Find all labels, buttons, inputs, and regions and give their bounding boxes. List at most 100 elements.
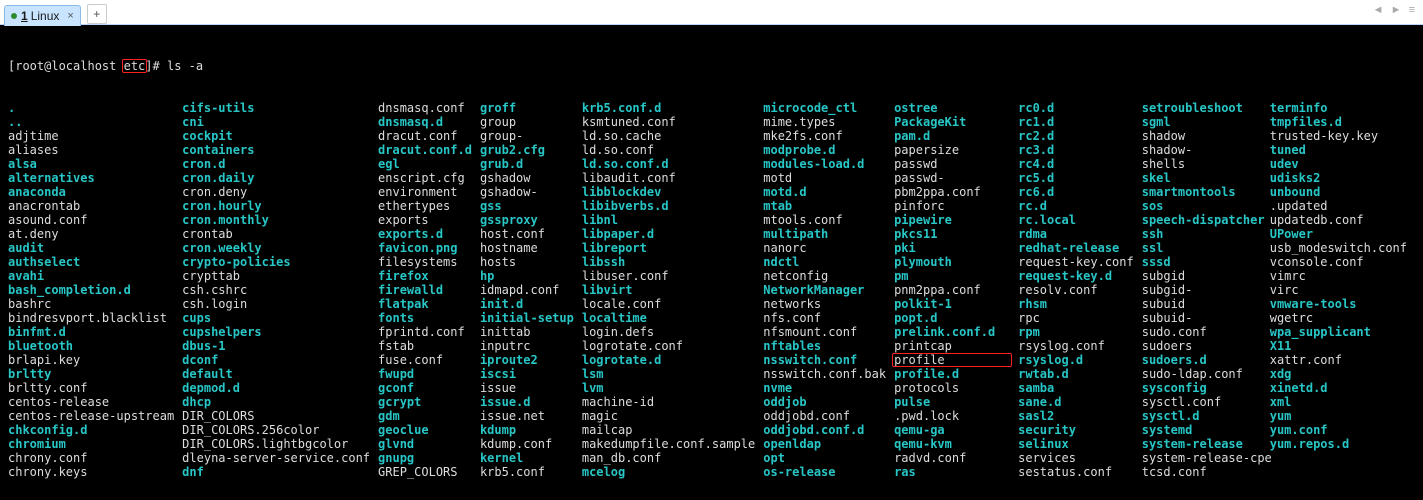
ls-entry: rsyslog.conf	[1018, 339, 1134, 353]
ls-entry: group-	[480, 129, 574, 143]
ls-entry: ld.so.cache	[582, 129, 755, 143]
ls-entry: aliases	[8, 143, 174, 157]
ls-entry: kdump	[480, 423, 574, 437]
ls-column: dnsmasq.confdnsmasq.ddracut.confdracut.c…	[378, 101, 472, 479]
ls-entry: skel	[1142, 171, 1262, 185]
ls-entry: nfs.conf	[763, 311, 886, 325]
ls-entry: ndctl	[763, 255, 886, 269]
ls-entry: popt.d	[894, 311, 1010, 325]
ls-entry: chromium	[8, 437, 174, 451]
ls-entry: fwupd	[378, 367, 472, 381]
ls-entry: shells	[1142, 157, 1262, 171]
ls-entry: libaudit.conf	[582, 171, 755, 185]
ls-entry: ssh	[1142, 227, 1262, 241]
ls-entry: polkit-1	[894, 297, 1010, 311]
ls-entry: subgid	[1142, 269, 1262, 283]
ls-entry: depmod.d	[182, 381, 370, 395]
ls-entry: resolv.conf	[1018, 283, 1134, 297]
nav-next-icon[interactable]: ►	[1391, 4, 1404, 16]
ls-entry: tcsd.conf	[1142, 465, 1262, 479]
ls-entry: rdma	[1018, 227, 1134, 241]
ls-entry: yum.repos.d	[1270, 437, 1407, 451]
ls-entry: gcrypt	[378, 395, 472, 409]
ls-entry: cni	[182, 115, 370, 129]
ls-entry: vmware-tools	[1270, 297, 1407, 311]
ls-column: terminfotmpfiles.dtrusted-key.keytunedud…	[1270, 101, 1407, 479]
nav-prev-icon[interactable]: ◄	[1373, 4, 1386, 16]
ls-entry: oddjobd.conf	[763, 409, 886, 423]
nav-menu-icon[interactable]: ≡	[1409, 4, 1417, 16]
ls-entry: nfsmount.conf	[763, 325, 886, 339]
ls-entry: rpm	[1018, 325, 1134, 339]
ls-entry: PackageKit	[894, 115, 1010, 129]
ls-entry: unbound	[1270, 185, 1407, 199]
ls-entry: rsyslog.d	[1018, 353, 1134, 367]
ls-entry: microcode_ctl	[763, 101, 886, 115]
ls-entry: libnl	[582, 213, 755, 227]
ls-entry: xinetd.d	[1270, 381, 1407, 395]
ls-entry: protocols	[894, 381, 1010, 395]
status-dot-icon	[11, 13, 17, 19]
ls-entry: libssh	[582, 255, 755, 269]
ls-entry: nvme	[763, 381, 886, 395]
ls-entry: rhsm	[1018, 297, 1134, 311]
ls-entry: group	[480, 115, 574, 129]
ls-entry: sestatus.conf	[1018, 465, 1134, 479]
ls-entry: cockpit	[182, 129, 370, 143]
ls-entry: redhat-release	[1018, 241, 1134, 255]
ls-entry: sgml	[1142, 115, 1262, 129]
ls-entry: rc4.d	[1018, 157, 1134, 171]
ls-entry: virc	[1270, 283, 1407, 297]
ls-entry: sudoers	[1142, 339, 1262, 353]
ls-entry: wpa_supplicant	[1270, 325, 1407, 339]
ls-entry: hosts	[480, 255, 574, 269]
ls-entry: libpaper.d	[582, 227, 755, 241]
ls-entry: brlapi.key	[8, 353, 174, 367]
ls-entry: mime.types	[763, 115, 886, 129]
ls-entry: .	[8, 101, 174, 115]
ls-entry: rc0.d	[1018, 101, 1134, 115]
ls-entry: libblockdev	[582, 185, 755, 199]
ls-entry: anacrontab	[8, 199, 174, 213]
ls-entry: systemd	[1142, 423, 1262, 437]
ls-entry: sudo-ldap.conf	[1142, 367, 1262, 381]
ls-entry: pnm2ppa.conf	[894, 283, 1010, 297]
ls-entry: bash_completion.d	[8, 283, 174, 297]
prompt-cwd-highlighted: etc	[122, 59, 148, 73]
ls-entry: radvd.conf	[894, 451, 1010, 465]
ls-entry: sssd	[1142, 255, 1262, 269]
ls-entry: oddjobd.conf.d	[763, 423, 886, 437]
ls-entry: mke2fs.conf	[763, 129, 886, 143]
ls-entry: dbus-1	[182, 339, 370, 353]
terminal-output[interactable]: [root@localhost etc]# ls -a ...adjtimeal…	[0, 25, 1423, 500]
ls-entry: sysctl.conf	[1142, 395, 1262, 409]
close-icon[interactable]: ×	[67, 10, 73, 22]
ls-entry: wgetrc	[1270, 311, 1407, 325]
ls-entry: passwd	[894, 157, 1010, 171]
ls-entry: ..	[8, 115, 174, 129]
ls-entry: sudo.conf	[1142, 325, 1262, 339]
ls-entry: grub.d	[480, 157, 574, 171]
new-tab-button[interactable]: +	[87, 4, 107, 24]
ls-entry: gdm	[378, 409, 472, 423]
tab-index: 1	[21, 9, 28, 23]
ls-entry: request-key.conf	[1018, 255, 1134, 269]
ls-entry: cron.deny	[182, 185, 370, 199]
ls-entry: rc2.d	[1018, 129, 1134, 143]
tab-linux[interactable]: 1 Linux ×	[4, 5, 81, 26]
ls-entry: modprobe.d	[763, 143, 886, 157]
ls-entry: cron.weekly	[182, 241, 370, 255]
ls-entry: qemu-ga	[894, 423, 1010, 437]
ls-entry: rc6.d	[1018, 185, 1134, 199]
ls-entry: dconf	[182, 353, 370, 367]
ls-entry: trusted-key.key	[1270, 129, 1407, 143]
ls-entry: sos	[1142, 199, 1262, 213]
ls-entry: pulse	[894, 395, 1010, 409]
ls-entry: crypto-policies	[182, 255, 370, 269]
ls-entry: cron.hourly	[182, 199, 370, 213]
ls-entry: pam.d	[894, 129, 1010, 143]
ls-entry: rc5.d	[1018, 171, 1134, 185]
ls-entry: terminfo	[1270, 101, 1407, 115]
ls-entry: ssl	[1142, 241, 1262, 255]
ls-entry: containers	[182, 143, 370, 157]
